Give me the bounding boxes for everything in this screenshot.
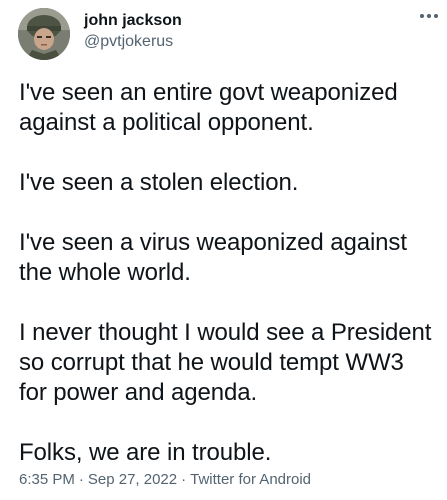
display-name[interactable]: john jackson — [84, 10, 182, 31]
tweet-source-link[interactable]: Twitter for Android — [190, 470, 311, 490]
tweet-paragraph: I've seen a virus weaponized against the… — [19, 229, 407, 286]
tweet-metadata: 6:35 PM · Sep 27, 2022 · Twitter for And… — [19, 470, 311, 490]
tweet-date-link[interactable]: Sep 27, 2022 — [88, 470, 177, 490]
avatar[interactable] — [18, 8, 70, 60]
soldier-helmet-avatar-icon — [18, 8, 70, 60]
tweet-paragraph: I've seen a stolen election. — [19, 169, 299, 196]
meta-separator: · — [181, 471, 187, 488]
tweet-header: john jackson @pvtjokerus — [18, 6, 431, 62]
author-names: john jackson @pvtjokerus — [84, 10, 182, 52]
more-options-button[interactable] — [415, 6, 443, 26]
tweet-card: john jackson @pvtjokerus I've seen an en… — [0, 0, 447, 500]
ellipsis-dot — [427, 14, 431, 18]
tweet-text: I've seen an entire govt weaponized agai… — [19, 78, 435, 468]
ellipsis-dot — [434, 14, 438, 18]
tweet-paragraph: I've seen an entire govt weaponized agai… — [19, 79, 398, 136]
ellipsis-icon — [420, 14, 424, 18]
meta-separator: · — [78, 471, 84, 488]
tweet-paragraph: Folks, we are in trouble. — [19, 439, 272, 466]
user-handle[interactable]: @pvtjokerus — [84, 31, 182, 52]
tweet-time-link[interactable]: 6:35 PM — [19, 470, 75, 490]
tweet-paragraph: I never thought I would see a President … — [19, 319, 432, 406]
